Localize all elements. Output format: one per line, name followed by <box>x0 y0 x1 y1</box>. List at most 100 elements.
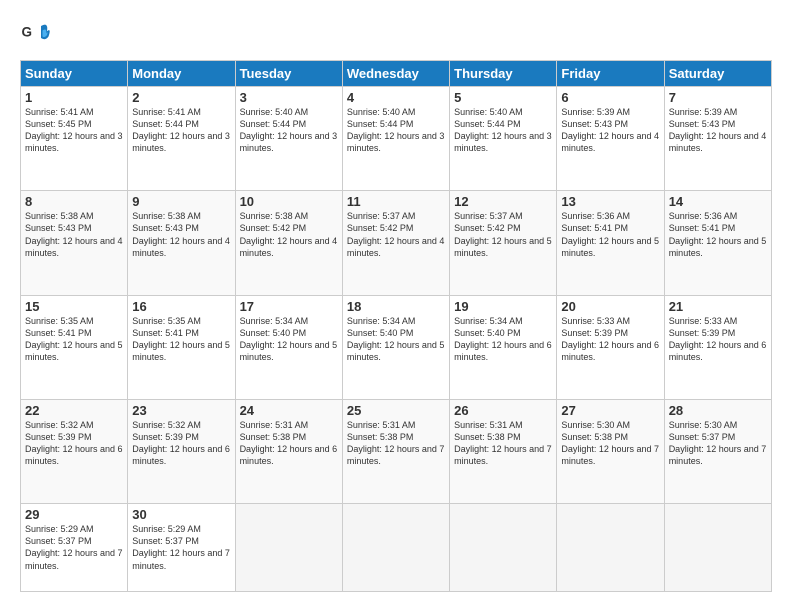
day-number: 28 <box>669 403 767 418</box>
day-number: 24 <box>240 403 338 418</box>
header-friday: Friday <box>557 61 664 87</box>
day-info: Sunrise: 5:30 AMSunset: 5:38 PMDaylight:… <box>561 419 659 468</box>
day-info: Sunrise: 5:41 AMSunset: 5:44 PMDaylight:… <box>132 106 230 155</box>
header-monday: Monday <box>128 61 235 87</box>
day-number: 30 <box>132 507 230 522</box>
header-sunday: Sunday <box>21 61 128 87</box>
calendar-cell: 24Sunrise: 5:31 AMSunset: 5:38 PMDayligh… <box>235 399 342 503</box>
calendar-cell: 16Sunrise: 5:35 AMSunset: 5:41 PMDayligh… <box>128 295 235 399</box>
day-info: Sunrise: 5:35 AMSunset: 5:41 PMDaylight:… <box>132 315 230 364</box>
day-info: Sunrise: 5:31 AMSunset: 5:38 PMDaylight:… <box>240 419 338 468</box>
calendar-cell: 23Sunrise: 5:32 AMSunset: 5:39 PMDayligh… <box>128 399 235 503</box>
day-number: 5 <box>454 90 552 105</box>
day-number: 17 <box>240 299 338 314</box>
day-number: 22 <box>25 403 123 418</box>
calendar-cell: 21Sunrise: 5:33 AMSunset: 5:39 PMDayligh… <box>664 295 771 399</box>
day-info: Sunrise: 5:37 AMSunset: 5:42 PMDaylight:… <box>347 210 445 259</box>
calendar-cell: 22Sunrise: 5:32 AMSunset: 5:39 PMDayligh… <box>21 399 128 503</box>
day-number: 18 <box>347 299 445 314</box>
header: G <box>20 20 772 50</box>
day-info: Sunrise: 5:33 AMSunset: 5:39 PMDaylight:… <box>561 315 659 364</box>
calendar-cell: 17Sunrise: 5:34 AMSunset: 5:40 PMDayligh… <box>235 295 342 399</box>
day-number: 20 <box>561 299 659 314</box>
day-number: 25 <box>347 403 445 418</box>
day-info: Sunrise: 5:38 AMSunset: 5:43 PMDaylight:… <box>25 210 123 259</box>
calendar-cell: 18Sunrise: 5:34 AMSunset: 5:40 PMDayligh… <box>342 295 449 399</box>
calendar-cell: 5Sunrise: 5:40 AMSunset: 5:44 PMDaylight… <box>450 87 557 191</box>
calendar-cell <box>664 504 771 592</box>
logo-icon: G <box>20 20 50 50</box>
calendar-cell: 29Sunrise: 5:29 AMSunset: 5:37 PMDayligh… <box>21 504 128 592</box>
calendar-cell: 9Sunrise: 5:38 AMSunset: 5:43 PMDaylight… <box>128 191 235 295</box>
day-info: Sunrise: 5:30 AMSunset: 5:37 PMDaylight:… <box>669 419 767 468</box>
calendar-cell: 20Sunrise: 5:33 AMSunset: 5:39 PMDayligh… <box>557 295 664 399</box>
day-info: Sunrise: 5:36 AMSunset: 5:41 PMDaylight:… <box>669 210 767 259</box>
calendar-cell: 6Sunrise: 5:39 AMSunset: 5:43 PMDaylight… <box>557 87 664 191</box>
calendar-table: Sunday Monday Tuesday Wednesday Thursday… <box>20 60 772 592</box>
calendar-cell: 7Sunrise: 5:39 AMSunset: 5:43 PMDaylight… <box>664 87 771 191</box>
day-info: Sunrise: 5:40 AMSunset: 5:44 PMDaylight:… <box>347 106 445 155</box>
day-number: 8 <box>25 194 123 209</box>
day-number: 23 <box>132 403 230 418</box>
calendar-cell: 10Sunrise: 5:38 AMSunset: 5:42 PMDayligh… <box>235 191 342 295</box>
day-info: Sunrise: 5:31 AMSunset: 5:38 PMDaylight:… <box>347 419 445 468</box>
day-number: 10 <box>240 194 338 209</box>
day-info: Sunrise: 5:36 AMSunset: 5:41 PMDaylight:… <box>561 210 659 259</box>
day-info: Sunrise: 5:34 AMSunset: 5:40 PMDaylight:… <box>347 315 445 364</box>
calendar-cell: 13Sunrise: 5:36 AMSunset: 5:41 PMDayligh… <box>557 191 664 295</box>
day-number: 11 <box>347 194 445 209</box>
calendar-cell <box>557 504 664 592</box>
svg-text:G: G <box>22 25 33 40</box>
day-info: Sunrise: 5:40 AMSunset: 5:44 PMDaylight:… <box>454 106 552 155</box>
day-info: Sunrise: 5:37 AMSunset: 5:42 PMDaylight:… <box>454 210 552 259</box>
calendar-cell: 11Sunrise: 5:37 AMSunset: 5:42 PMDayligh… <box>342 191 449 295</box>
header-tuesday: Tuesday <box>235 61 342 87</box>
day-number: 13 <box>561 194 659 209</box>
day-info: Sunrise: 5:39 AMSunset: 5:43 PMDaylight:… <box>669 106 767 155</box>
header-thursday: Thursday <box>450 61 557 87</box>
calendar-cell: 12Sunrise: 5:37 AMSunset: 5:42 PMDayligh… <box>450 191 557 295</box>
day-number: 19 <box>454 299 552 314</box>
calendar-cell: 2Sunrise: 5:41 AMSunset: 5:44 PMDaylight… <box>128 87 235 191</box>
day-number: 26 <box>454 403 552 418</box>
calendar-cell: 8Sunrise: 5:38 AMSunset: 5:43 PMDaylight… <box>21 191 128 295</box>
day-number: 27 <box>561 403 659 418</box>
calendar-cell: 19Sunrise: 5:34 AMSunset: 5:40 PMDayligh… <box>450 295 557 399</box>
day-info: Sunrise: 5:32 AMSunset: 5:39 PMDaylight:… <box>25 419 123 468</box>
calendar-cell: 1Sunrise: 5:41 AMSunset: 5:45 PMDaylight… <box>21 87 128 191</box>
day-info: Sunrise: 5:38 AMSunset: 5:43 PMDaylight:… <box>132 210 230 259</box>
calendar-cell: 27Sunrise: 5:30 AMSunset: 5:38 PMDayligh… <box>557 399 664 503</box>
day-number: 1 <box>25 90 123 105</box>
day-info: Sunrise: 5:34 AMSunset: 5:40 PMDaylight:… <box>240 315 338 364</box>
day-info: Sunrise: 5:38 AMSunset: 5:42 PMDaylight:… <box>240 210 338 259</box>
calendar-cell: 15Sunrise: 5:35 AMSunset: 5:41 PMDayligh… <box>21 295 128 399</box>
day-info: Sunrise: 5:31 AMSunset: 5:38 PMDaylight:… <box>454 419 552 468</box>
day-info: Sunrise: 5:40 AMSunset: 5:44 PMDaylight:… <box>240 106 338 155</box>
day-info: Sunrise: 5:34 AMSunset: 5:40 PMDaylight:… <box>454 315 552 364</box>
day-number: 2 <box>132 90 230 105</box>
day-number: 21 <box>669 299 767 314</box>
day-number: 6 <box>561 90 659 105</box>
day-number: 7 <box>669 90 767 105</box>
day-info: Sunrise: 5:32 AMSunset: 5:39 PMDaylight:… <box>132 419 230 468</box>
header-wednesday: Wednesday <box>342 61 449 87</box>
calendar-cell <box>235 504 342 592</box>
calendar-cell <box>450 504 557 592</box>
calendar-cell: 28Sunrise: 5:30 AMSunset: 5:37 PMDayligh… <box>664 399 771 503</box>
day-info: Sunrise: 5:29 AMSunset: 5:37 PMDaylight:… <box>132 523 230 572</box>
calendar-cell: 30Sunrise: 5:29 AMSunset: 5:37 PMDayligh… <box>128 504 235 592</box>
day-number: 29 <box>25 507 123 522</box>
day-number: 9 <box>132 194 230 209</box>
day-number: 4 <box>347 90 445 105</box>
header-saturday: Saturday <box>664 61 771 87</box>
days-header-row: Sunday Monday Tuesday Wednesday Thursday… <box>21 61 772 87</box>
day-number: 14 <box>669 194 767 209</box>
day-info: Sunrise: 5:29 AMSunset: 5:37 PMDaylight:… <box>25 523 123 572</box>
day-number: 3 <box>240 90 338 105</box>
day-info: Sunrise: 5:35 AMSunset: 5:41 PMDaylight:… <box>25 315 123 364</box>
calendar-cell: 26Sunrise: 5:31 AMSunset: 5:38 PMDayligh… <box>450 399 557 503</box>
calendar-cell: 25Sunrise: 5:31 AMSunset: 5:38 PMDayligh… <box>342 399 449 503</box>
calendar-cell <box>342 504 449 592</box>
day-info: Sunrise: 5:39 AMSunset: 5:43 PMDaylight:… <box>561 106 659 155</box>
day-number: 16 <box>132 299 230 314</box>
